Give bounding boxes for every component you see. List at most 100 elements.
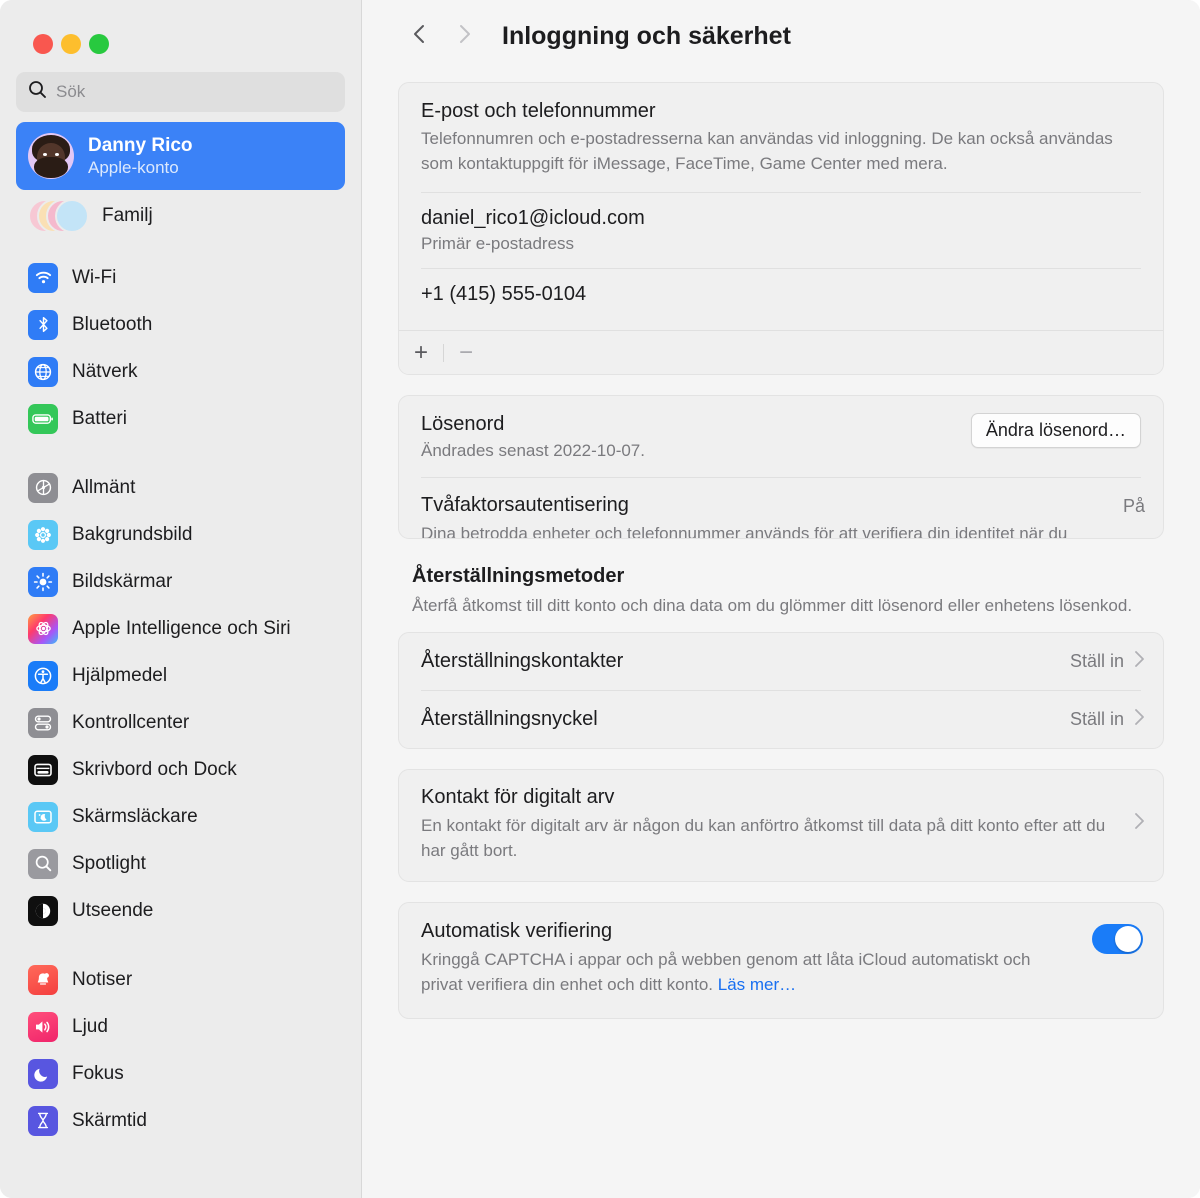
account-subtitle: Apple-konto [88,158,179,178]
spotlight-icon [28,848,58,879]
email-phone-header: E-post och telefonnummer Telefonnumren o… [399,83,1163,192]
hourglass-icon [28,1105,58,1136]
recovery-key-row[interactable]: Återställningsnyckel Ställ in [399,691,1163,748]
recovery-contacts-row[interactable]: Återställningskontakter Ställ in [399,633,1163,690]
search-container [0,54,361,112]
sidebar-item-apple-intelligence-siri[interactable]: Apple Intelligence och Siri [16,605,345,652]
two-factor-heading: Tvåfaktorsautentisering [421,494,629,517]
sidebar-item-label: Nätverk [72,360,138,382]
zoom-button[interactable] [89,34,109,54]
recovery-heading: Återställningsmetoder [412,564,625,587]
sidebar-item-label: Hjälpmedel [72,664,168,686]
sidebar-item-appearance[interactable]: Utseende [16,887,345,934]
email-phone-card: E-post och telefonnummer Telefonnumren o… [398,82,1164,376]
sidebar-group-notifications: Notiser Ljud Fokus Skärmtid [0,956,361,1144]
toolbar: Inloggning och säkerhet [362,0,1200,72]
system-settings-window: Danny Rico Apple-konto Familj Wi-Fi [0,0,1200,1198]
speaker-icon [28,1011,58,1042]
change-password-button[interactable]: Ändra lösenord… [970,413,1141,449]
sidebar-item-screensaver[interactable]: Skärmsläckare [16,793,345,840]
legacy-contact-row[interactable]: Kontakt för digitalt arv En kontakt för … [399,770,1163,881]
auto-verification-row: Automatisk verifiering Kringgå CAPTCHA i… [399,903,1163,1017]
sidebar-item-notifications[interactable]: Notiser [16,956,345,1003]
account-list: Danny Rico Apple-konto Familj [0,112,361,240]
window-controls [0,0,361,54]
two-factor-row[interactable]: Tvåfaktorsautentisering Dina betrodda en… [399,478,1163,537]
sidebar-item-sound[interactable]: Ljud [16,1003,345,1050]
main-content: Inloggning och säkerhet E-post och telef… [362,0,1200,1198]
sidebar-item-displays[interactable]: Bildskärmar [16,558,345,605]
sidebar-item-label: Bluetooth [72,313,153,335]
sidebar-item-general[interactable]: Allmänt [16,464,345,511]
auto-verification-toggle[interactable] [1092,924,1143,955]
sidebar-item-label: Apple Intelligence och Siri [72,617,291,639]
back-button[interactable] [396,13,442,59]
phone-row[interactable]: +1 (415) 555-0104 [399,269,1163,330]
sidebar-item-label: Skärmtid [72,1109,147,1131]
sidebar-item-wifi[interactable]: Wi-Fi [16,254,345,301]
sidebar-item-wallpaper[interactable]: Bakgrundsbild [16,511,345,558]
sidebar-item-label: Utseende [72,899,154,921]
close-button[interactable] [33,34,53,54]
sidebar-item-label: Notiser [72,968,133,990]
legacy-contact-description: En kontakt för digitalt arv är någon du … [421,816,1106,860]
bell-icon [28,964,58,995]
recovery-section-header: Återställningsmetoder Återfå åtkomst til… [398,539,1164,633]
sidebar-item-desktop-dock[interactable]: Skrivbord och Dock [16,746,345,793]
sidebar-item-label: Kontrollcenter [72,711,190,733]
email-row[interactable]: daniel_rico1@icloud.com Primär e-postadr… [399,193,1163,268]
email-phone-description: Telefonnumren och e-postadresserna kan a… [421,129,1113,173]
sidebar-item-accessibility[interactable]: Hjälpmedel [16,652,345,699]
search-icon [28,80,47,104]
account-name: Danny Rico [88,134,193,156]
sidebar-item-spotlight[interactable]: Spotlight [16,840,345,887]
sidebar-item-focus[interactable]: Fokus [16,1050,345,1097]
sidebar-group-connectivity: Wi-Fi Bluetooth Nätverk Batteri [0,254,361,442]
sidebar-item-family[interactable]: Familj [16,192,345,240]
display-brightness-icon [28,566,58,597]
forward-button[interactable] [442,13,488,59]
password-row: Lösenord Ändrades senast 2022-10-07. Änd… [399,396,1163,477]
search-input[interactable] [56,82,333,102]
family-avatars [28,199,89,233]
learn-more-link[interactable]: Läs mer… [718,975,796,994]
sidebar-item-label: Skärmsläckare [72,805,198,827]
accessibility-icon [28,660,58,691]
recovery-contacts-action: Ställ in [1069,651,1124,672]
remove-button[interactable]: − [444,331,488,374]
page-title: Inloggning och säkerhet [502,21,791,50]
sidebar-item-network[interactable]: Nätverk [16,348,345,395]
gear-icon [28,472,58,503]
sidebar-item-battery[interactable]: Batteri [16,395,345,442]
phone-value: +1 (415) 555-0104 [421,283,587,306]
password-heading: Lösenord [421,413,505,436]
search-box[interactable] [16,72,345,112]
moon-icon [28,1058,58,1089]
sidebar-item-control-center[interactable]: Kontrollcenter [16,699,345,746]
legacy-contact-heading: Kontakt för digitalt arv [421,786,615,809]
screensaver-icon [28,801,58,832]
sidebar-item-label: Ljud [72,1015,108,1037]
add-button[interactable]: + [399,331,443,374]
recovery-contacts-label: Återställningskontakter [421,650,624,673]
sidebar-item-label-family: Familj [102,205,153,226]
legacy-contact-card[interactable]: Kontakt för digitalt arv En kontakt för … [398,769,1164,883]
sidebar-item-bluetooth[interactable]: Bluetooth [16,301,345,348]
sidebar-item-label: Spotlight [72,852,146,874]
chevron-right-icon [1134,650,1145,673]
email-sub: Primär e-postadress [421,234,575,254]
avatar [28,133,74,179]
toggle-knob [1115,926,1141,953]
sidebar-item-screen-time[interactable]: Skärmtid [16,1097,345,1144]
sidebar-item-apple-account[interactable]: Danny Rico Apple-konto [16,122,345,190]
chevron-left-icon [411,22,427,51]
desktop-dock-icon [28,754,58,785]
appearance-icon [28,895,58,926]
chevron-right-icon [457,22,473,51]
password-description: Ändrades senast 2022-10-07. [421,441,645,461]
battery-icon [28,403,58,434]
recovery-key-action: Ställ in [1069,709,1124,730]
bluetooth-icon [28,309,58,340]
minimize-button[interactable] [61,34,81,54]
two-factor-status: På [1122,496,1145,517]
